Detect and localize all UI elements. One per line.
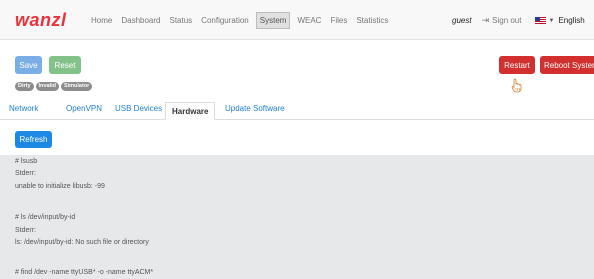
save-button[interactable]: Save [15, 56, 42, 74]
nav-files[interactable]: Files [328, 13, 349, 28]
tab-openvpn[interactable]: OpenVPN [66, 104, 102, 113]
chevron-down-icon[interactable]: ▼ [548, 18, 554, 24]
output-line: # ls /dev/input/by-id [15, 214, 76, 221]
tab-network[interactable]: Network [9, 104, 38, 113]
status-badges: Dirty Invalid Simulator [15, 82, 94, 91]
tab-usb-devices[interactable]: USB Devices [115, 104, 162, 113]
tab-update-software[interactable]: Update Software [225, 104, 285, 113]
output-line: unable to initialize libusb: -99 [15, 183, 105, 190]
sign-out-link[interactable]: ⇥ Sign out [482, 15, 522, 26]
reset-button[interactable]: Reset [49, 56, 81, 74]
badge-invalid: Invalid [35, 82, 59, 91]
output-line: ls: /dev/input/by-id: No such file or di… [15, 239, 149, 246]
sign-out-icon: ⇥ [481, 15, 490, 25]
main-nav: Home Dashboard Status Configuration Syst… [89, 12, 395, 29]
nav-system[interactable]: System [255, 12, 291, 29]
hand-cursor-icon [511, 78, 522, 93]
command-output-panel: # lsusb Stderr: unable to initialize lib… [0, 155, 594, 279]
badge-dirty: Dirty [15, 82, 34, 91]
badge-simulator: Simulator [60, 82, 93, 91]
reboot-system-button[interactable]: Reboot System [540, 56, 594, 74]
brand-logo[interactable]: wanzl [15, 10, 67, 31]
language-selector[interactable]: English [558, 16, 584, 25]
user-nav: guest ⇥ Sign out ▼ English [452, 15, 585, 26]
nav-weac[interactable]: WEAC [295, 13, 323, 28]
nav-status[interactable]: Status [167, 13, 194, 28]
top-navbar: wanzl Home Dashboard Status Configuratio… [0, 0, 594, 40]
us-flag-icon[interactable] [535, 17, 547, 24]
refresh-button[interactable]: Refresh [15, 131, 52, 148]
username: guest [452, 16, 472, 25]
tab-hardware[interactable]: Hardware [165, 102, 216, 120]
output-line: # find /dev -name ttyUSB* -o -name ttyAC… [15, 269, 154, 276]
nav-configuration[interactable]: Configuration [199, 13, 251, 28]
restart-button[interactable]: Restart [499, 56, 535, 74]
output-line: Stderr: [15, 227, 37, 234]
nav-home[interactable]: Home [89, 13, 114, 28]
output-line: # lsusb [15, 158, 38, 165]
nav-dashboard[interactable]: Dashboard [119, 13, 162, 28]
sign-out-label: Sign out [492, 16, 522, 25]
system-tabs: Network OpenVPN USB Devices Hardware Upd… [0, 102, 594, 120]
output-line: Stderr: [15, 170, 37, 177]
nav-statistics[interactable]: Statistics [354, 13, 390, 28]
